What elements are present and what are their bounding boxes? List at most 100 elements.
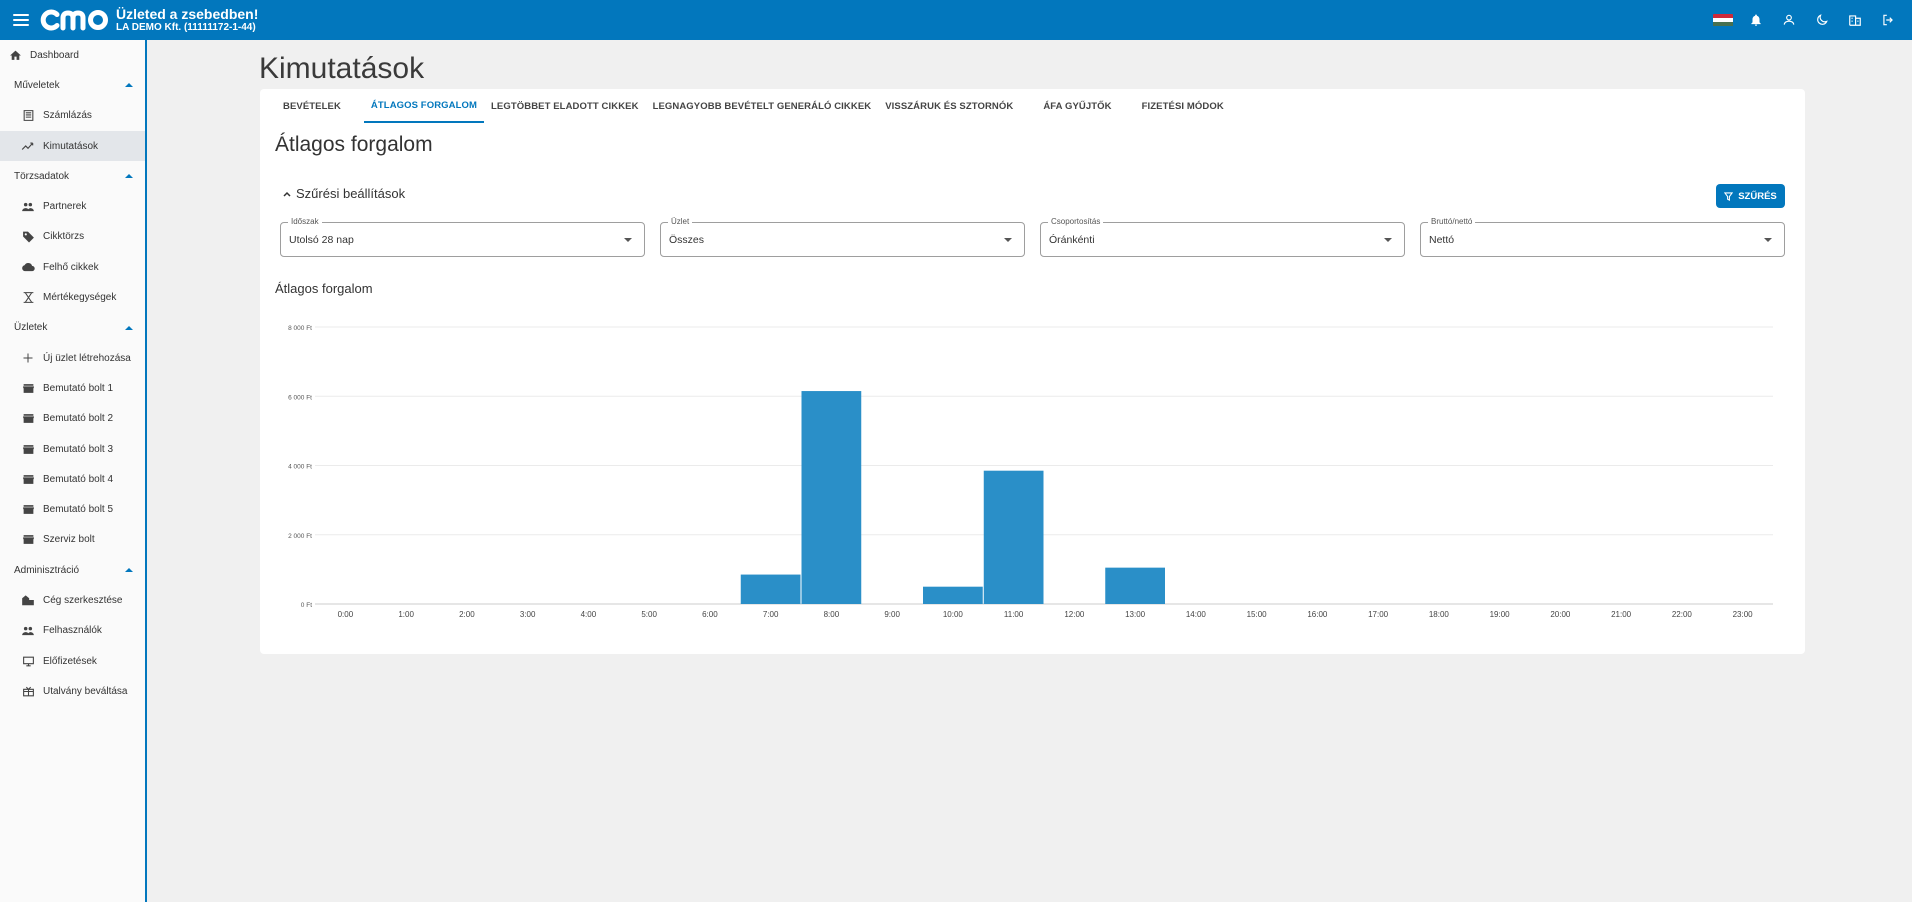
sidebar-section-title: Műveletek <box>14 79 60 91</box>
plus-icon <box>21 351 35 365</box>
filter-settings-toggle[interactable]: Szűrési beállítások <box>282 186 405 201</box>
store-icon <box>21 503 35 517</box>
sidebar-item-szerviz-bolt[interactable]: Szerviz bolt <box>0 525 145 555</box>
home-icon <box>8 48 22 62</box>
sidebar-section-uzletek[interactable]: Üzletek <box>0 313 145 343</box>
sidebar-item-utalvany-bevaltasa[interactable]: Utalvány beváltása <box>0 676 145 706</box>
period-select[interactable]: Időszak Utolsó 28 nap <box>280 217 645 257</box>
sidebar-item-ceg-szerkesztese[interactable]: Cég szerkesztése <box>0 585 145 615</box>
store-select[interactable]: Üzlet Összes <box>660 217 1025 257</box>
sidebar-item-label: Kimutatások <box>43 140 99 152</box>
app-slogan: Üzleted a zsebedben! <box>116 6 259 23</box>
caret-up-icon <box>125 325 133 330</box>
user-account-icon[interactable] <box>1779 10 1799 30</box>
bar-13:00[interactable] <box>1105 567 1165 604</box>
sidebar-section-muveletek[interactable]: Műveletek <box>0 70 145 100</box>
grouping-select[interactable]: Csoportosítás Óránkénti <box>1040 217 1405 257</box>
cmo-logo[interactable] <box>39 9 109 31</box>
invoice-icon <box>21 109 35 123</box>
report-card: BEVÉTELEK ÁTLAGOS FORGALOM LEGTÖBBET ELADO… <box>260 89 1805 654</box>
sidebar-section-title: Törzsadatok <box>14 170 70 182</box>
x-tick-label: 17:00 <box>1368 610 1389 619</box>
sidebar-item-mertekegysegek[interactable]: Mértékegységek <box>0 282 145 312</box>
bar-10:00[interactable] <box>923 586 983 604</box>
sidebar-item-label: Dashboard <box>30 49 79 61</box>
subscription-monitor-icon <box>21 654 35 668</box>
gross-net-select[interactable]: Bruttó/nettó Nettó <box>1420 217 1785 257</box>
x-tick-label: 14:00 <box>1186 610 1207 619</box>
field-value: Utolsó 28 nap <box>289 234 354 246</box>
field-label: Csoportosítás <box>1048 217 1104 226</box>
x-tick-label: 0:00 <box>338 610 354 619</box>
menu-icon[interactable] <box>13 14 29 26</box>
sidebar-section-torzsadatok[interactable]: Törzsadatok <box>0 161 145 191</box>
people-icon <box>21 200 35 214</box>
bar-7:00[interactable] <box>740 574 801 604</box>
notification-bell-icon[interactable] <box>1746 10 1766 30</box>
voucher-gift-icon <box>21 684 35 698</box>
bar-11:00[interactable] <box>983 470 1044 604</box>
sidebar-item-bemutato-bolt-2[interactable]: Bemutató bolt 2 <box>0 404 145 434</box>
sidebar-item-szamlazas[interactable]: Számlázás <box>0 101 145 131</box>
sidebar-item-label: Utalvány beváltása <box>43 685 128 697</box>
x-tick-label: 15:00 <box>1247 610 1268 619</box>
x-tick-label: 6:00 <box>702 610 718 619</box>
sidebar-item-partnerek[interactable]: Partnerek <box>0 191 145 221</box>
hourglass-units-icon <box>21 291 35 305</box>
store-icon <box>21 533 35 547</box>
dark-mode-moon-icon[interactable] <box>1812 10 1832 30</box>
sidebar-item-bemutato-bolt-1[interactable]: Bemutató bolt 1 <box>0 373 145 403</box>
company-building-icon[interactable] <box>1845 10 1865 30</box>
sidebar-item-label: Szerviz bolt <box>43 534 95 546</box>
dropdown-arrow-icon <box>624 238 632 242</box>
x-tick-label: 19:00 <box>1490 610 1511 619</box>
tab-legtobbet-eladott-cikkek[interactable]: LEGTÖBBET ELADOTT CIKKEK <box>484 89 646 123</box>
tab-bevetelek[interactable]: BEVÉTELEK <box>276 89 348 123</box>
store-icon <box>21 472 35 486</box>
sidebar-section-adminisztracio[interactable]: Adminisztráció <box>0 555 145 585</box>
sidebar-item-felhasznalok[interactable]: Felhasználók <box>0 616 145 646</box>
x-tick-label: 7:00 <box>763 610 779 619</box>
sidebar-item-bemutato-bolt-3[interactable]: Bemutató bolt 3 <box>0 434 145 464</box>
sidebar: Dashboard Műveletek Számlázás Kimutatások T… <box>0 40 147 902</box>
sidebar-item-bemutato-bolt-4[interactable]: Bemutató bolt 4 <box>0 464 145 494</box>
x-tick-label: 20:00 <box>1550 610 1571 619</box>
x-tick-label: 8:00 <box>824 610 840 619</box>
x-tick-label: 13:00 <box>1125 610 1146 619</box>
tab-atlagos-forgalom[interactable]: ÁTLAGOS FORGALOM <box>363 89 485 123</box>
field-value: Összes <box>669 234 705 246</box>
sidebar-item-label: Mértékegységek <box>43 292 117 304</box>
y-tick-label: 8 000 Ft <box>288 325 312 332</box>
sidebar-item-elofizetesek[interactable]: Előfizetések <box>0 646 145 676</box>
language-flag-icon[interactable] <box>1713 10 1733 30</box>
tab-fizetesi-modok[interactable]: FIZETÉSI MÓDOK <box>1135 89 1231 123</box>
sidebar-item-uj-uzlet-letrehozasa[interactable]: Új üzlet létrehozása <box>0 343 145 373</box>
sidebar-item-bemutato-bolt-5[interactable]: Bemutató bolt 5 <box>0 494 145 524</box>
filter-button[interactable]: SZŰRÉS <box>1716 184 1785 208</box>
sidebar-section-title: Adminisztráció <box>14 564 80 576</box>
field-value: Óránkénti <box>1049 234 1095 246</box>
y-tick-label: 4 000 Ft <box>288 464 312 471</box>
x-tick-label: 22:00 <box>1672 610 1693 619</box>
sidebar-item-cikktorzs[interactable]: Cikktörzs <box>0 222 145 252</box>
bar-8:00[interactable] <box>801 391 862 604</box>
section-title: Átlagos forgalom <box>275 133 433 156</box>
y-tick-label: 6 000 Ft <box>288 394 312 401</box>
logout-icon[interactable] <box>1878 10 1898 30</box>
x-tick-label: 12:00 <box>1064 610 1085 619</box>
sidebar-item-label: Felhő cikkek <box>43 261 99 273</box>
field-value: Nettó <box>1429 234 1455 246</box>
caret-up-icon <box>125 174 133 179</box>
tab-afa-gyujtok[interactable]: ÁFA GYŰJTŐK <box>1036 89 1118 123</box>
page-title: Kimutatások <box>259 52 425 85</box>
sidebar-item-felho-cikkek[interactable]: Felhő cikkek <box>0 252 145 282</box>
x-tick-label: 1:00 <box>398 610 414 619</box>
sidebar-item-dashboard[interactable]: Dashboard <box>0 40 145 70</box>
sidebar-item-label: Cikktörzs <box>43 231 85 243</box>
x-tick-label: 21:00 <box>1611 610 1632 619</box>
tab-legnagyobb-bevetelt-generalo-cikkek[interactable]: LEGNAGYOBB BEVÉTELT GENERÁLÓ CIKKEK <box>646 89 879 123</box>
report-tabs: BEVÉTELEK ÁTLAGOS FORGALOM LEGTÖBBET ELADO… <box>276 89 1231 123</box>
sidebar-item-kimutatasok[interactable]: Kimutatások <box>0 130 145 162</box>
tab-visszaruk-es-sztornok[interactable]: VISSZÁRUK ÉS SZTORNÓK <box>878 89 1020 123</box>
dropdown-arrow-icon <box>1384 238 1392 242</box>
